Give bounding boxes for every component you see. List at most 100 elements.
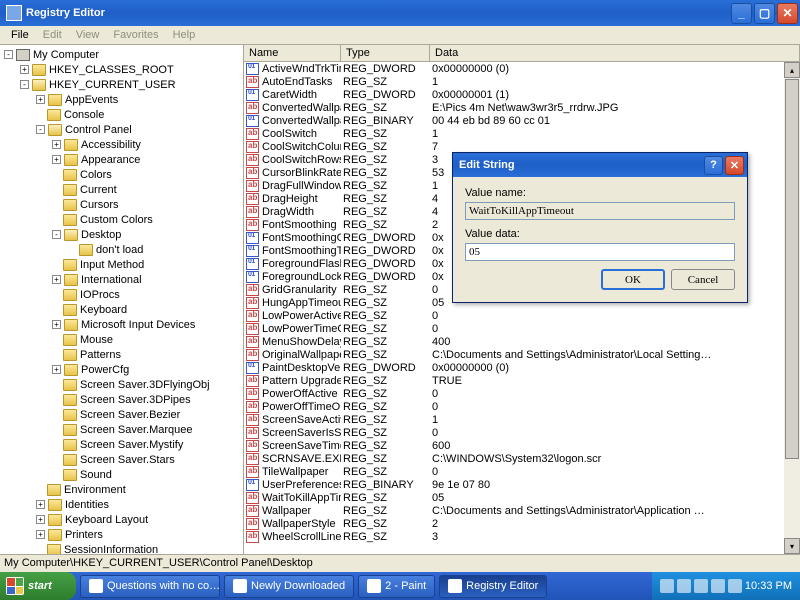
list-body[interactable]: ActiveWndTrkTim…REG_DWORD0x00000000 (0)A… — [244, 62, 784, 554]
expand-icon[interactable]: + — [36, 500, 45, 509]
cancel-button[interactable]: Cancel — [671, 269, 735, 290]
menu-favorites[interactable]: Favorites — [106, 27, 165, 43]
list-row[interactable]: WaitToKillAppTim…REG_SZ05 — [244, 491, 784, 504]
dialog-help-button[interactable]: ? — [704, 156, 723, 175]
tree-item[interactable]: Screen Saver.3DFlyingObj — [0, 377, 243, 392]
tree-item[interactable]: -My Computer — [0, 47, 243, 62]
expand-icon[interactable]: + — [52, 275, 61, 284]
tree-item[interactable]: +AppEvents — [0, 92, 243, 107]
expand-icon[interactable]: + — [20, 65, 29, 74]
tree-item[interactable]: -Control Panel — [0, 122, 243, 137]
tray-icon[interactable] — [728, 579, 742, 593]
tree-item[interactable]: Current — [0, 182, 243, 197]
close-button[interactable]: ✕ — [777, 3, 798, 24]
tree-item[interactable]: Keyboard — [0, 302, 243, 317]
tree-item[interactable]: +Keyboard Layout — [0, 512, 243, 527]
collapse-icon[interactable]: - — [52, 230, 61, 239]
tree-item[interactable]: Cursors — [0, 197, 243, 212]
list-row[interactable]: CaretWidthREG_DWORD0x00000001 (1) — [244, 88, 784, 101]
list-row[interactable]: ConvertedWallpa…REG_SZE:\Pics 4m Net\waw… — [244, 101, 784, 114]
collapse-icon[interactable]: - — [4, 50, 13, 59]
tree-item[interactable]: +Appearance — [0, 152, 243, 167]
list-row[interactable]: ScreenSaveTime…REG_SZ600 — [244, 439, 784, 452]
col-data[interactable]: Data — [430, 45, 800, 61]
tray-icon[interactable] — [660, 579, 674, 593]
tree-item[interactable]: Screen Saver.Stars — [0, 452, 243, 467]
menu-file[interactable]: File — [4, 27, 36, 43]
list-row[interactable]: ScreenSaveActiveREG_SZ1 — [244, 413, 784, 426]
list-row[interactable]: UserPreferences…REG_BINARY9e 1e 07 80 — [244, 478, 784, 491]
list-row[interactable]: LowPowerActiveREG_SZ0 — [244, 309, 784, 322]
tray-icon[interactable] — [711, 579, 725, 593]
tree-item[interactable]: -HKEY_CURRENT_USER — [0, 77, 243, 92]
col-type[interactable]: Type — [341, 45, 430, 61]
tree-item[interactable]: Screen Saver.Mystify — [0, 437, 243, 452]
collapse-icon[interactable]: - — [20, 80, 29, 89]
tree-item[interactable]: +International — [0, 272, 243, 287]
tray-icon[interactable] — [694, 579, 708, 593]
vertical-scrollbar[interactable]: ▴ ▾ — [784, 62, 800, 554]
list-row[interactable]: ActiveWndTrkTim…REG_DWORD0x00000000 (0) — [244, 62, 784, 75]
expand-icon[interactable]: + — [52, 320, 61, 329]
tree-item[interactable]: +HKEY_CLASSES_ROOT — [0, 62, 243, 77]
list-row[interactable]: PowerOffTimeOutREG_SZ0 — [244, 400, 784, 413]
taskbar-item[interactable]: 2 - Paint — [358, 575, 435, 598]
value-data-input[interactable] — [465, 243, 735, 261]
menu-help[interactable]: Help — [166, 27, 203, 43]
tree-item[interactable]: SessionInformation — [0, 542, 243, 554]
tree-item[interactable]: Colors — [0, 167, 243, 182]
list-row[interactable]: WheelScrollLinesREG_SZ3 — [244, 530, 784, 543]
tree-item[interactable]: don't load — [0, 242, 243, 257]
tree-item[interactable]: Custom Colors — [0, 212, 243, 227]
menu-view[interactable]: View — [69, 27, 107, 43]
list-row[interactable]: PaintDesktopVers…REG_DWORD0x00000000 (0) — [244, 361, 784, 374]
expand-icon[interactable]: + — [36, 530, 45, 539]
list-row[interactable]: TileWallpaperREG_SZ0 — [244, 465, 784, 478]
tree-item[interactable]: Mouse — [0, 332, 243, 347]
tree-item[interactable]: +Microsoft Input Devices — [0, 317, 243, 332]
col-name[interactable]: Name — [244, 45, 341, 61]
tree-item[interactable]: Screen Saver.Bezier — [0, 407, 243, 422]
list-row[interactable]: ConvertedWallpa…REG_BINARY00 44 eb bd 89… — [244, 114, 784, 127]
collapse-icon[interactable]: - — [36, 125, 45, 134]
list-row[interactable]: ScreenSaverIsSe…REG_SZ0 — [244, 426, 784, 439]
list-row[interactable]: SCRNSAVE.EXEREG_SZC:\WINDOWS\System32\lo… — [244, 452, 784, 465]
taskbar-item[interactable]: Registry Editor — [439, 575, 547, 598]
tree-item[interactable]: Input Method — [0, 257, 243, 272]
minimize-button[interactable]: _ — [731, 3, 752, 24]
scroll-down-button[interactable]: ▾ — [784, 538, 800, 554]
tree-item[interactable]: Patterns — [0, 347, 243, 362]
expand-icon[interactable]: + — [36, 515, 45, 524]
tree-panel[interactable]: -My Computer+HKEY_CLASSES_ROOT-HKEY_CURR… — [0, 45, 244, 554]
menu-edit[interactable]: Edit — [36, 27, 69, 43]
expand-icon[interactable]: + — [52, 155, 61, 164]
taskbar-item[interactable]: Questions with no co… — [80, 575, 220, 598]
tree-item[interactable]: +Printers — [0, 527, 243, 542]
taskbar-item[interactable]: Newly Downloaded — [224, 575, 354, 598]
dialog-titlebar[interactable]: Edit String ? ✕ — [453, 153, 747, 177]
start-button[interactable]: start — [0, 572, 76, 600]
tree-item[interactable]: Screen Saver.Marquee — [0, 422, 243, 437]
list-row[interactable]: WallpaperStyleREG_SZ2 — [244, 517, 784, 530]
scroll-thumb[interactable] — [785, 79, 799, 459]
tree-item[interactable]: IOProcs — [0, 287, 243, 302]
tree-item[interactable]: -Desktop — [0, 227, 243, 242]
expand-icon[interactable]: + — [52, 365, 61, 374]
list-row[interactable]: PowerOffActiveREG_SZ0 — [244, 387, 784, 400]
list-row[interactable]: Pattern UpgradeREG_SZTRUE — [244, 374, 784, 387]
tree-item[interactable]: Console — [0, 107, 243, 122]
tree-item[interactable]: +Accessibility — [0, 137, 243, 152]
tree-item[interactable]: +Identities — [0, 497, 243, 512]
tree-item[interactable]: Sound — [0, 467, 243, 482]
list-row[interactable]: LowPowerTimeOutREG_SZ0 — [244, 322, 784, 335]
tray-icon[interactable] — [677, 579, 691, 593]
maximize-button[interactable]: ▢ — [754, 3, 775, 24]
ok-button[interactable]: OK — [601, 269, 665, 290]
clock[interactable]: 10:33 PM — [745, 580, 792, 592]
expand-icon[interactable]: + — [36, 95, 45, 104]
scroll-up-button[interactable]: ▴ — [784, 62, 800, 78]
tree-item[interactable]: Environment — [0, 482, 243, 497]
list-row[interactable]: MenuShowDelayREG_SZ400 — [244, 335, 784, 348]
dialog-close-button[interactable]: ✕ — [725, 156, 744, 175]
list-row[interactable]: WallpaperREG_SZC:\Documents and Settings… — [244, 504, 784, 517]
